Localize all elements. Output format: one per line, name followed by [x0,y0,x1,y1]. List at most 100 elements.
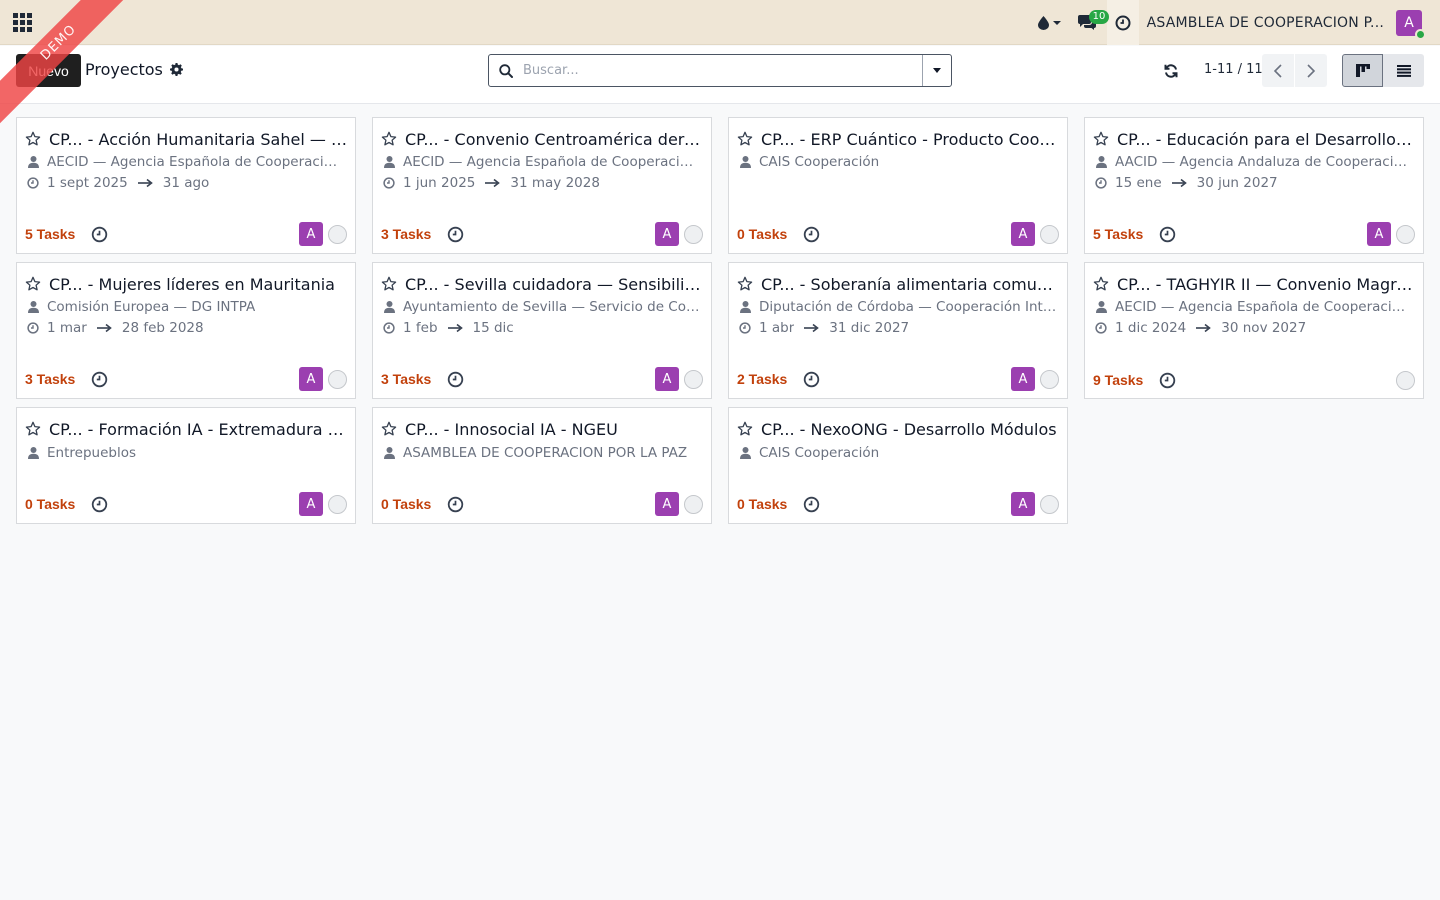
kanban-state-dot[interactable] [328,494,347,514]
kanban-view-button[interactable] [1342,54,1383,87]
project-title: CP... - Educación para el Desarrollo And… [1117,129,1415,149]
clock-icon [26,322,40,334]
assignee-avatar[interactable]: A [299,492,323,516]
arrow-right-icon [96,323,112,333]
partner-name: AECID — Agencia Española de Cooperación … [1115,299,1413,315]
kanban-state-dot[interactable] [1040,494,1059,514]
activity-clock-icon[interactable] [447,226,464,243]
assignee-avatar[interactable]: A [655,222,679,246]
date-end: 30 jun 2027 [1196,175,1278,191]
kanban-state-dot[interactable] [328,369,347,389]
project-card[interactable]: CP... - Soberanía alimentaria comunitari… [728,262,1068,399]
messages-button[interactable]: 10 [1067,0,1110,45]
project-card[interactable]: CP... - ERP Cuántico - Producto Cooperac… [728,117,1068,254]
favorite-star-icon[interactable] [25,421,41,437]
kanban-state-dot[interactable] [1396,370,1415,390]
favorite-star-icon[interactable] [737,421,753,437]
new-button[interactable]: Nuevo [16,54,81,87]
online-status-dot [1415,28,1426,40]
activity-clock-icon[interactable] [1159,372,1176,389]
favorite-star-icon[interactable] [737,276,753,292]
kanban-state-dot[interactable] [1396,224,1415,244]
favorite-star-icon[interactable] [25,131,41,147]
activity-clock-icon[interactable] [91,496,108,513]
kanban-state-dot[interactable] [684,224,703,244]
project-card[interactable]: CP... - TAGHYIR II — Convenio Magreb AEC… [1084,262,1424,399]
assignee-avatar[interactable]: A [299,367,323,391]
favorite-star-icon[interactable] [381,421,397,437]
list-view-button[interactable] [1383,54,1424,87]
project-title: CP... - ERP Cuántico - Producto Cooperac… [761,129,1059,149]
assignee-avatar[interactable]: A [1011,222,1035,246]
kanban-state-dot[interactable] [684,369,703,389]
clock-icon [1115,15,1131,30]
favorite-star-icon[interactable] [381,131,397,147]
favorite-star-icon[interactable] [1093,131,1109,147]
activity-clock-icon[interactable] [447,496,464,513]
tasks-count-link[interactable]: 3 Tasks [381,371,431,387]
tasks-count-link[interactable]: 3 Tasks [381,226,431,242]
project-card[interactable]: CP... - Formación IA - Extremadura Rural… [16,407,356,524]
assignee-avatar[interactable]: A [299,222,323,246]
activity-clock-icon[interactable] [1159,226,1176,243]
kanban-state-dot[interactable] [1040,224,1059,244]
assignee-avatar[interactable]: A [655,367,679,391]
kanban-state-dot[interactable] [1040,369,1059,389]
clock-icon [26,177,40,189]
partner-name: CAIS Cooperación [759,445,880,461]
tasks-count-link[interactable]: 5 Tasks [1093,226,1143,242]
activity-clock-icon[interactable] [803,496,820,513]
activities-button[interactable] [1106,0,1139,45]
project-card[interactable]: CP... - Innosocial IA - NGEU ASAMBLEA DE… [372,407,712,524]
project-card[interactable]: CP... - Sevilla cuidadora — Sensibilizac… [372,262,712,399]
activity-clock-icon[interactable] [91,371,108,388]
tasks-count-link[interactable]: 0 Tasks [25,496,75,512]
project-card[interactable]: CP... - Acción Humanitaria Sahel — Conve… [16,117,356,254]
favorite-star-icon[interactable] [737,131,753,147]
date-start: 1 mar [47,320,87,336]
date-start: 15 ene [1115,175,1162,191]
activity-clock-icon[interactable] [91,226,108,243]
pager-next-button[interactable] [1295,54,1327,87]
company-switcher[interactable]: ASAMBLEA DE COOPERACION P... [1139,15,1396,31]
assignee-avatar[interactable]: A [1367,222,1391,246]
date-start: 1 feb [403,320,438,336]
partner-row: Entrepueblos [26,444,345,462]
tasks-count-link[interactable]: 5 Tasks [25,226,75,242]
settings-gear-button[interactable] [169,63,183,76]
partner-row: Comisión Europea — DG INTPA [26,298,345,316]
assignee-avatar[interactable]: A [1011,367,1035,391]
pager-previous-button[interactable] [1262,54,1294,87]
tasks-count-link[interactable]: 0 Tasks [381,496,431,512]
kanban-state-dot[interactable] [328,224,347,244]
apps-menu-icon[interactable] [13,13,32,32]
tasks-count-link[interactable]: 0 Tasks [737,496,787,512]
favorite-star-icon[interactable] [381,276,397,292]
activity-clock-icon[interactable] [803,371,820,388]
project-card[interactable]: CP... - Convenio Centroamérica derechos … [372,117,712,254]
date-end: 15 dic [472,320,514,336]
kanban-state-dot[interactable] [684,494,703,514]
search-options-toggle[interactable] [922,55,951,86]
project-card[interactable]: CP... - NexoONG - Desarrollo Módulos CAI… [728,407,1068,524]
favorite-star-icon[interactable] [25,276,41,292]
tasks-count-link[interactable]: 9 Tasks [1093,372,1143,388]
user-avatar[interactable]: A [1396,9,1426,40]
activity-clock-icon[interactable] [803,226,820,243]
assignee-avatar[interactable]: A [1011,492,1035,516]
project-card[interactable]: CP... - Mujeres líderes en Mauritania Co… [16,262,356,399]
refresh-button[interactable] [1160,60,1182,82]
card-title-row: CP... - Acción Humanitaria Sahel — Conve… [25,128,347,150]
pager-value[interactable]: 1-11 / 11 [1204,62,1263,77]
tasks-count-link[interactable]: 3 Tasks [25,371,75,387]
search-input[interactable] [523,55,922,86]
partner-name: Diputación de Córdoba — Cooperación Inte… [759,299,1057,315]
activity-clock-icon[interactable] [447,371,464,388]
tasks-count-link[interactable]: 0 Tasks [737,226,787,242]
water-drop-menu-button[interactable] [1033,0,1067,45]
tasks-count-link[interactable]: 2 Tasks [737,371,787,387]
partner-name: CAIS Cooperación [759,154,880,170]
assignee-avatar[interactable]: A [655,492,679,516]
favorite-star-icon[interactable] [1093,276,1109,292]
project-card[interactable]: CP... - Educación para el Desarrollo And… [1084,117,1424,254]
